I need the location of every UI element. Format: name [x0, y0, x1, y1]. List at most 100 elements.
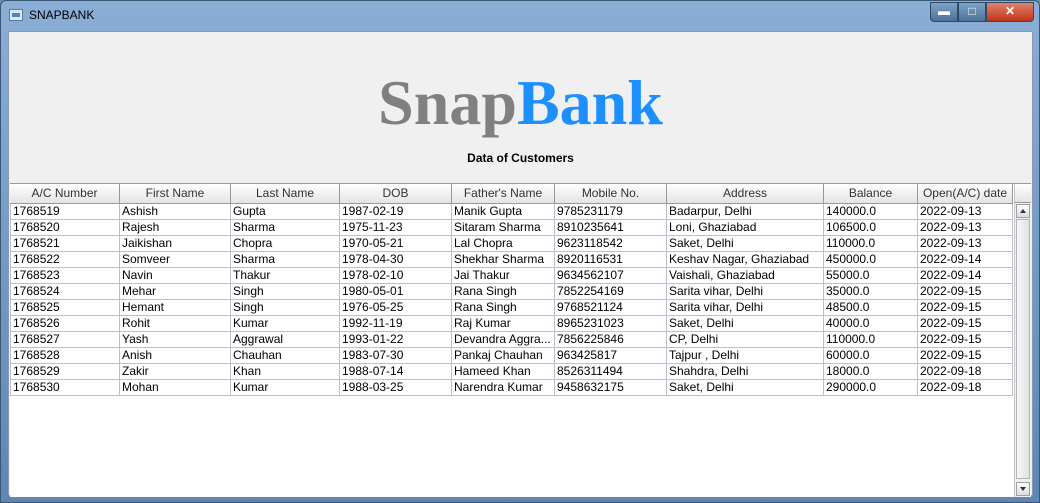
table-cell[interactable]: 2022-09-15 [918, 348, 1013, 363]
table-cell[interactable]: 1768529 [10, 364, 120, 379]
table-cell[interactable]: Pankaj Chauhan [452, 348, 555, 363]
table-cell[interactable]: Loni, Ghaziabad [667, 220, 824, 235]
table-cell[interactable]: Jai Thakur [452, 268, 555, 283]
table-cell[interactable]: Thakur [231, 268, 340, 283]
column-header[interactable]: Father's Name [452, 184, 555, 203]
table-cell[interactable]: Gupta [231, 204, 340, 219]
table-cell[interactable]: 1987-02-19 [340, 204, 452, 219]
table-cell[interactable]: 1768522 [10, 252, 120, 267]
table-cell[interactable]: 48500.0 [824, 300, 918, 315]
table-row[interactable]: 1768522 Somveer Sharma 1978-04-30 Shekhar Sh… [10, 252, 1013, 268]
table-cell[interactable]: Sitaram Sharma [452, 220, 555, 235]
table-cell[interactable]: Chopra [231, 236, 340, 251]
table-cell[interactable]: Narendra Kumar [452, 380, 555, 395]
minimize-button[interactable]: ▬ [930, 2, 958, 22]
table-cell[interactable]: 2022-09-14 [918, 252, 1013, 267]
table-row[interactable]: 1768524 Mehar Singh 1980-05-01 Rana Singh 785… [10, 284, 1013, 300]
table-cell[interactable]: 1768524 [10, 284, 120, 299]
table-cell[interactable]: Sarita vihar, Delhi [667, 300, 824, 315]
table-cell[interactable]: Manik Gupta [452, 204, 555, 219]
column-header[interactable]: A/C Number [10, 184, 120, 203]
table-cell[interactable]: Aggrawal [231, 332, 340, 347]
table-cell[interactable]: 1768530 [10, 380, 120, 395]
table-cell[interactable]: Jaikishan [120, 236, 231, 251]
table-row[interactable]: 1768520 Rajesh Sharma 1975-11-23 Sitaram Sha… [10, 220, 1013, 236]
table-cell[interactable]: 110000.0 [824, 332, 918, 347]
table-cell[interactable]: 1768519 [10, 204, 120, 219]
column-header[interactable]: Last Name [231, 184, 340, 203]
table-row[interactable]: 1768523 Navin Thakur 1978-02-10 Jai Thakur 96… [10, 268, 1013, 284]
table-cell[interactable]: 9634562107 [555, 268, 667, 283]
table-cell[interactable]: 1978-04-30 [340, 252, 452, 267]
table-cell[interactable]: 8965231023 [555, 316, 667, 331]
table-cell[interactable]: 7856225846 [555, 332, 667, 347]
column-header[interactable]: First Name [120, 184, 231, 203]
table-cell[interactable]: Navin [120, 268, 231, 283]
table-cell[interactable]: Sarita vihar, Delhi [667, 284, 824, 299]
table-cell[interactable]: 2022-09-13 [918, 204, 1013, 219]
table-cell[interactable]: CP, Delhi [667, 332, 824, 347]
table-cell[interactable]: 1768526 [10, 316, 120, 331]
table-cell[interactable]: 1978-02-10 [340, 268, 452, 283]
table-cell[interactable]: 106500.0 [824, 220, 918, 235]
table-cell[interactable]: 9458632175 [555, 380, 667, 395]
table-cell[interactable]: 2022-09-15 [918, 332, 1013, 347]
table-cell[interactable]: Singh [231, 284, 340, 299]
column-header[interactable]: DOB [340, 184, 452, 203]
table-cell[interactable]: Sharma [231, 252, 340, 267]
customers-table[interactable]: A/C Number First Name Last Name DOB Father's… [10, 183, 1031, 497]
table-cell[interactable]: Yash [120, 332, 231, 347]
table-cell[interactable]: 2022-09-15 [918, 316, 1013, 331]
table-row[interactable]: 1768519 Ashish Gupta 1987-02-19 Manik Gupta 9… [10, 204, 1013, 220]
table-cell[interactable]: 2022-09-14 [918, 268, 1013, 283]
column-header[interactable]: Mobile No. [555, 184, 667, 203]
table-cell[interactable]: Shekhar Sharma [452, 252, 555, 267]
column-header[interactable]: Address [667, 184, 824, 203]
close-button[interactable]: ✕ [986, 2, 1034, 22]
table-cell[interactable]: 55000.0 [824, 268, 918, 283]
table-cell[interactable]: Ashish [120, 204, 231, 219]
table-cell[interactable]: 8920116531 [555, 252, 667, 267]
table-cell[interactable]: 1975-11-23 [340, 220, 452, 235]
table-cell[interactable]: 1768520 [10, 220, 120, 235]
table-cell[interactable]: 1993-01-22 [340, 332, 452, 347]
table-cell[interactable]: 1768525 [10, 300, 120, 315]
table-row[interactable]: 1768527 Yash Aggrawal 1993-01-22 Devandra Ag… [10, 332, 1013, 348]
table-cell[interactable]: 1988-07-14 [340, 364, 452, 379]
table-cell[interactable]: Mohan [120, 380, 231, 395]
table-cell[interactable]: 110000.0 [824, 236, 918, 251]
table-cell[interactable]: 2022-09-18 [918, 364, 1013, 379]
table-cell[interactable]: 140000.0 [824, 204, 918, 219]
table-row[interactable]: 1768530 Mohan Kumar 1988-03-25 Narendra Kuma… [10, 380, 1013, 396]
table-cell[interactable]: 1768527 [10, 332, 120, 347]
table-cell[interactable]: Chauhan [231, 348, 340, 363]
table-cell[interactable]: 1983-07-30 [340, 348, 452, 363]
table-cell[interactable]: Keshav Nagar, Ghaziabad [667, 252, 824, 267]
scroll-up-button[interactable] [1016, 204, 1030, 218]
table-cell[interactable]: 8526311494 [555, 364, 667, 379]
table-cell[interactable]: Rohit [120, 316, 231, 331]
column-header[interactable]: Balance [824, 184, 918, 203]
table-cell[interactable]: Devandra Aggra... [452, 332, 555, 347]
table-cell[interactable]: 1768521 [10, 236, 120, 251]
table-cell[interactable]: 2022-09-13 [918, 236, 1013, 251]
table-cell[interactable]: 9768521124 [555, 300, 667, 315]
table-cell[interactable]: Raj Kumar [452, 316, 555, 331]
table-cell[interactable]: 1970-05-21 [340, 236, 452, 251]
table-cell[interactable]: 2022-09-15 [918, 300, 1013, 315]
table-cell[interactable]: Saket, Delhi [667, 236, 824, 251]
table-cell[interactable]: 1988-03-25 [340, 380, 452, 395]
table-cell[interactable]: 40000.0 [824, 316, 918, 331]
table-cell[interactable]: Mehar [120, 284, 231, 299]
table-cell[interactable]: Kumar [231, 316, 340, 331]
table-cell[interactable]: Rana Singh [452, 284, 555, 299]
table-cell[interactable]: 1768523 [10, 268, 120, 283]
table-row[interactable]: 1768521 Jaikishan Chopra 1970-05-21 Lal Chop… [10, 236, 1013, 252]
table-cell[interactable]: Sharma [231, 220, 340, 235]
table-cell[interactable]: 1980-05-01 [340, 284, 452, 299]
table-cell[interactable]: Rana Singh [452, 300, 555, 315]
table-cell[interactable]: 8910235641 [555, 220, 667, 235]
table-cell[interactable]: 1976-05-25 [340, 300, 452, 315]
vertical-scrollbar[interactable] [1014, 203, 1031, 497]
table-cell[interactable]: Khan [231, 364, 340, 379]
